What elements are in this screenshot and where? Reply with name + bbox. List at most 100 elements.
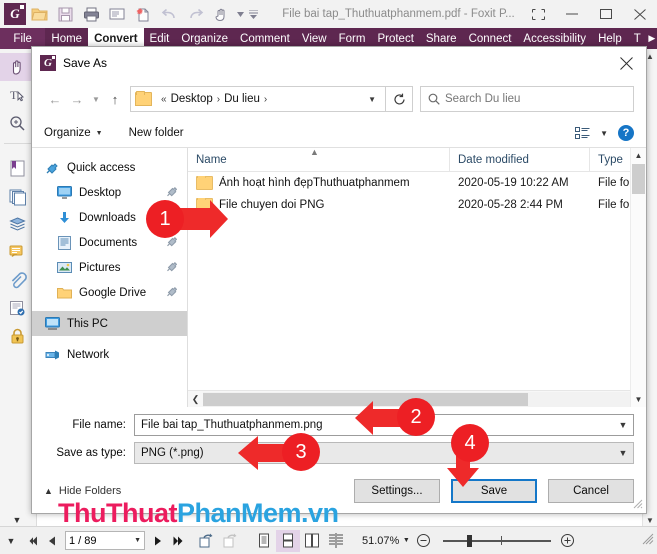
cancel-button[interactable]: Cancel bbox=[548, 479, 634, 503]
dropdown-caret-icon[interactable] bbox=[234, 2, 246, 26]
layers-icon[interactable] bbox=[0, 210, 34, 238]
zoom-icon[interactable] bbox=[0, 109, 34, 137]
column-header-date-modified[interactable]: Date modified bbox=[450, 148, 590, 171]
sidebar-item-documents[interactable]: Documents bbox=[32, 230, 187, 255]
pin-icon[interactable] bbox=[166, 261, 178, 275]
digital-signature-icon[interactable] bbox=[0, 294, 34, 322]
scroll-left-arrow-icon[interactable]: ❮ bbox=[188, 392, 203, 407]
save-as-type-select[interactable]: PNG (*.png) ▼ bbox=[134, 442, 634, 464]
file-list-vertical-scrollbar[interactable]: ▲ ▼ bbox=[630, 148, 646, 407]
split-view-icon[interactable] bbox=[324, 530, 348, 552]
sidebar-item-pictures[interactable]: Pictures bbox=[32, 255, 187, 280]
hide-folders-toggle[interactable]: ▲ Hide Folders bbox=[44, 485, 121, 497]
create-pdf-icon[interactable] bbox=[130, 2, 156, 26]
search-input[interactable]: Search Du lieu bbox=[420, 86, 634, 112]
view-dropdown-caret-icon[interactable]: ▼ bbox=[600, 129, 608, 138]
previous-page-icon[interactable] bbox=[42, 530, 62, 552]
forward-arrow-icon[interactable]: → bbox=[66, 87, 88, 111]
help-icon[interactable]: ? bbox=[618, 125, 634, 141]
recent-locations-caret-icon[interactable]: ▼ bbox=[88, 87, 104, 111]
undo-icon[interactable] bbox=[156, 2, 182, 26]
rotate-counterclockwise-icon[interactable] bbox=[218, 530, 242, 552]
select-text-icon[interactable]: T bbox=[0, 81, 34, 109]
horizontal-scroll-track[interactable] bbox=[203, 391, 631, 407]
zoom-dropdown-caret-icon[interactable]: ▼ bbox=[399, 530, 413, 552]
dialog-resize-grip-icon[interactable] bbox=[633, 499, 643, 511]
sidebar-item-desktop[interactable]: Desktop bbox=[32, 180, 187, 205]
close-icon[interactable] bbox=[623, 1, 657, 27]
refresh-icon[interactable] bbox=[386, 86, 413, 112]
last-page-icon[interactable] bbox=[168, 530, 188, 552]
sidebar-item-label: Google Drive bbox=[79, 286, 147, 299]
zoom-level-value[interactable]: 51.07% bbox=[362, 535, 399, 547]
scroll-down-arrow-icon[interactable]: ▼ bbox=[643, 513, 657, 527]
scroll-down-arrow-icon[interactable]: ▼ bbox=[631, 392, 646, 407]
print-icon[interactable] bbox=[78, 2, 104, 26]
breadcrumb-dropdown-caret-icon[interactable]: ▼ bbox=[363, 95, 381, 104]
zoom-slider-track[interactable] bbox=[443, 534, 552, 547]
sidebar-item-quick-access[interactable]: Quick access bbox=[32, 155, 187, 180]
pin-icon[interactable] bbox=[166, 286, 178, 300]
file-list-horizontal-scrollbar[interactable]: ❮ ❯ bbox=[188, 390, 646, 407]
dropdown-caret-icon[interactable]: ▼ bbox=[613, 448, 633, 458]
hand-tool-icon[interactable] bbox=[0, 53, 34, 81]
redo-icon[interactable] bbox=[182, 2, 208, 26]
up-one-level-icon[interactable]: ↑ bbox=[104, 87, 126, 111]
expand-panel-icon[interactable]: ▼ bbox=[0, 515, 34, 525]
back-arrow-icon[interactable]: ← bbox=[44, 87, 66, 111]
hand-tool-icon[interactable] bbox=[208, 2, 234, 26]
pin-icon[interactable] bbox=[166, 236, 178, 250]
zoom-out-icon[interactable] bbox=[413, 530, 433, 552]
horizontal-scroll-thumb[interactable] bbox=[203, 392, 529, 406]
table-row[interactable]: File chuyen doi PNG 2020-05-28 2:44 PM F… bbox=[188, 194, 646, 216]
continuous-scroll-icon[interactable] bbox=[276, 529, 300, 552]
bookmark-panel-icon[interactable] bbox=[0, 154, 34, 182]
table-row[interactable]: Ảnh hoạt hình đẹpThuthuatphanmem 2020-05… bbox=[188, 172, 646, 194]
dropdown-caret-icon[interactable]: ▼ bbox=[134, 537, 141, 544]
facing-pages-icon[interactable] bbox=[300, 530, 324, 552]
zoom-in-icon[interactable] bbox=[557, 530, 577, 552]
sidebar-item-network[interactable]: Network bbox=[32, 342, 187, 367]
sidebar-item-downloads[interactable]: Downloads bbox=[32, 205, 187, 230]
page-number-input[interactable]: 1 / 89 ▼ bbox=[65, 531, 145, 550]
file-name-input[interactable]: File bai tap_Thuthuatphanmem.png ▼ bbox=[134, 414, 634, 436]
minimize-icon[interactable] bbox=[555, 1, 589, 27]
breadcrumb-segment-du-lieu[interactable]: Du lieu bbox=[224, 93, 260, 105]
restore-size-icon[interactable] bbox=[521, 1, 555, 27]
new-folder-button[interactable]: New folder bbox=[129, 127, 184, 139]
security-lock-icon[interactable] bbox=[0, 322, 34, 350]
collapse-statusbar-icon[interactable]: ▼ bbox=[0, 536, 22, 546]
pin-icon[interactable] bbox=[166, 186, 178, 200]
sidebar-item-google-drive[interactable]: Google Drive bbox=[32, 280, 187, 305]
single-page-icon[interactable] bbox=[252, 530, 276, 552]
zoom-slider[interactable] bbox=[437, 534, 557, 547]
zoom-slider-thumb[interactable] bbox=[467, 534, 473, 547]
save-icon[interactable] bbox=[52, 2, 78, 26]
pin-icon[interactable] bbox=[166, 211, 178, 225]
organize-button[interactable]: Organize ▼ bbox=[44, 127, 103, 139]
change-view-icon[interactable] bbox=[573, 125, 591, 141]
rotate-clockwise-icon[interactable] bbox=[194, 530, 218, 552]
save-button[interactable]: Save bbox=[451, 479, 537, 503]
vertical-scroll-thumb[interactable] bbox=[632, 164, 645, 194]
page-thumbnails-icon[interactable] bbox=[0, 182, 34, 210]
scroll-up-arrow-icon[interactable]: ▲ bbox=[631, 148, 646, 163]
email-icon[interactable] bbox=[104, 2, 130, 26]
comments-panel-icon[interactable] bbox=[0, 238, 34, 266]
close-icon[interactable] bbox=[606, 48, 646, 78]
dropdown-caret-icon[interactable]: ▼ bbox=[613, 420, 633, 430]
next-page-icon[interactable] bbox=[148, 530, 168, 552]
breadcrumb[interactable]: « Desktop › Du lieu › ▼ bbox=[130, 86, 386, 112]
resize-grip-icon[interactable] bbox=[642, 533, 654, 548]
column-header-name[interactable]: Name ▲ bbox=[188, 148, 450, 171]
sidebar-item-this-pc[interactable]: This PC bbox=[32, 311, 187, 336]
breadcrumb-overflow[interactable]: « bbox=[161, 94, 167, 105]
open-icon[interactable] bbox=[26, 2, 52, 26]
first-page-icon[interactable] bbox=[22, 530, 42, 552]
more-tabs-arrow-icon[interactable]: ▶ bbox=[647, 28, 657, 49]
breadcrumb-segment-desktop[interactable]: Desktop bbox=[171, 93, 213, 105]
maximize-icon[interactable] bbox=[589, 1, 623, 27]
attachments-icon[interactable] bbox=[0, 266, 34, 294]
settings-button[interactable]: Settings... bbox=[354, 479, 440, 503]
customize-toolbar-icon[interactable] bbox=[246, 2, 260, 26]
